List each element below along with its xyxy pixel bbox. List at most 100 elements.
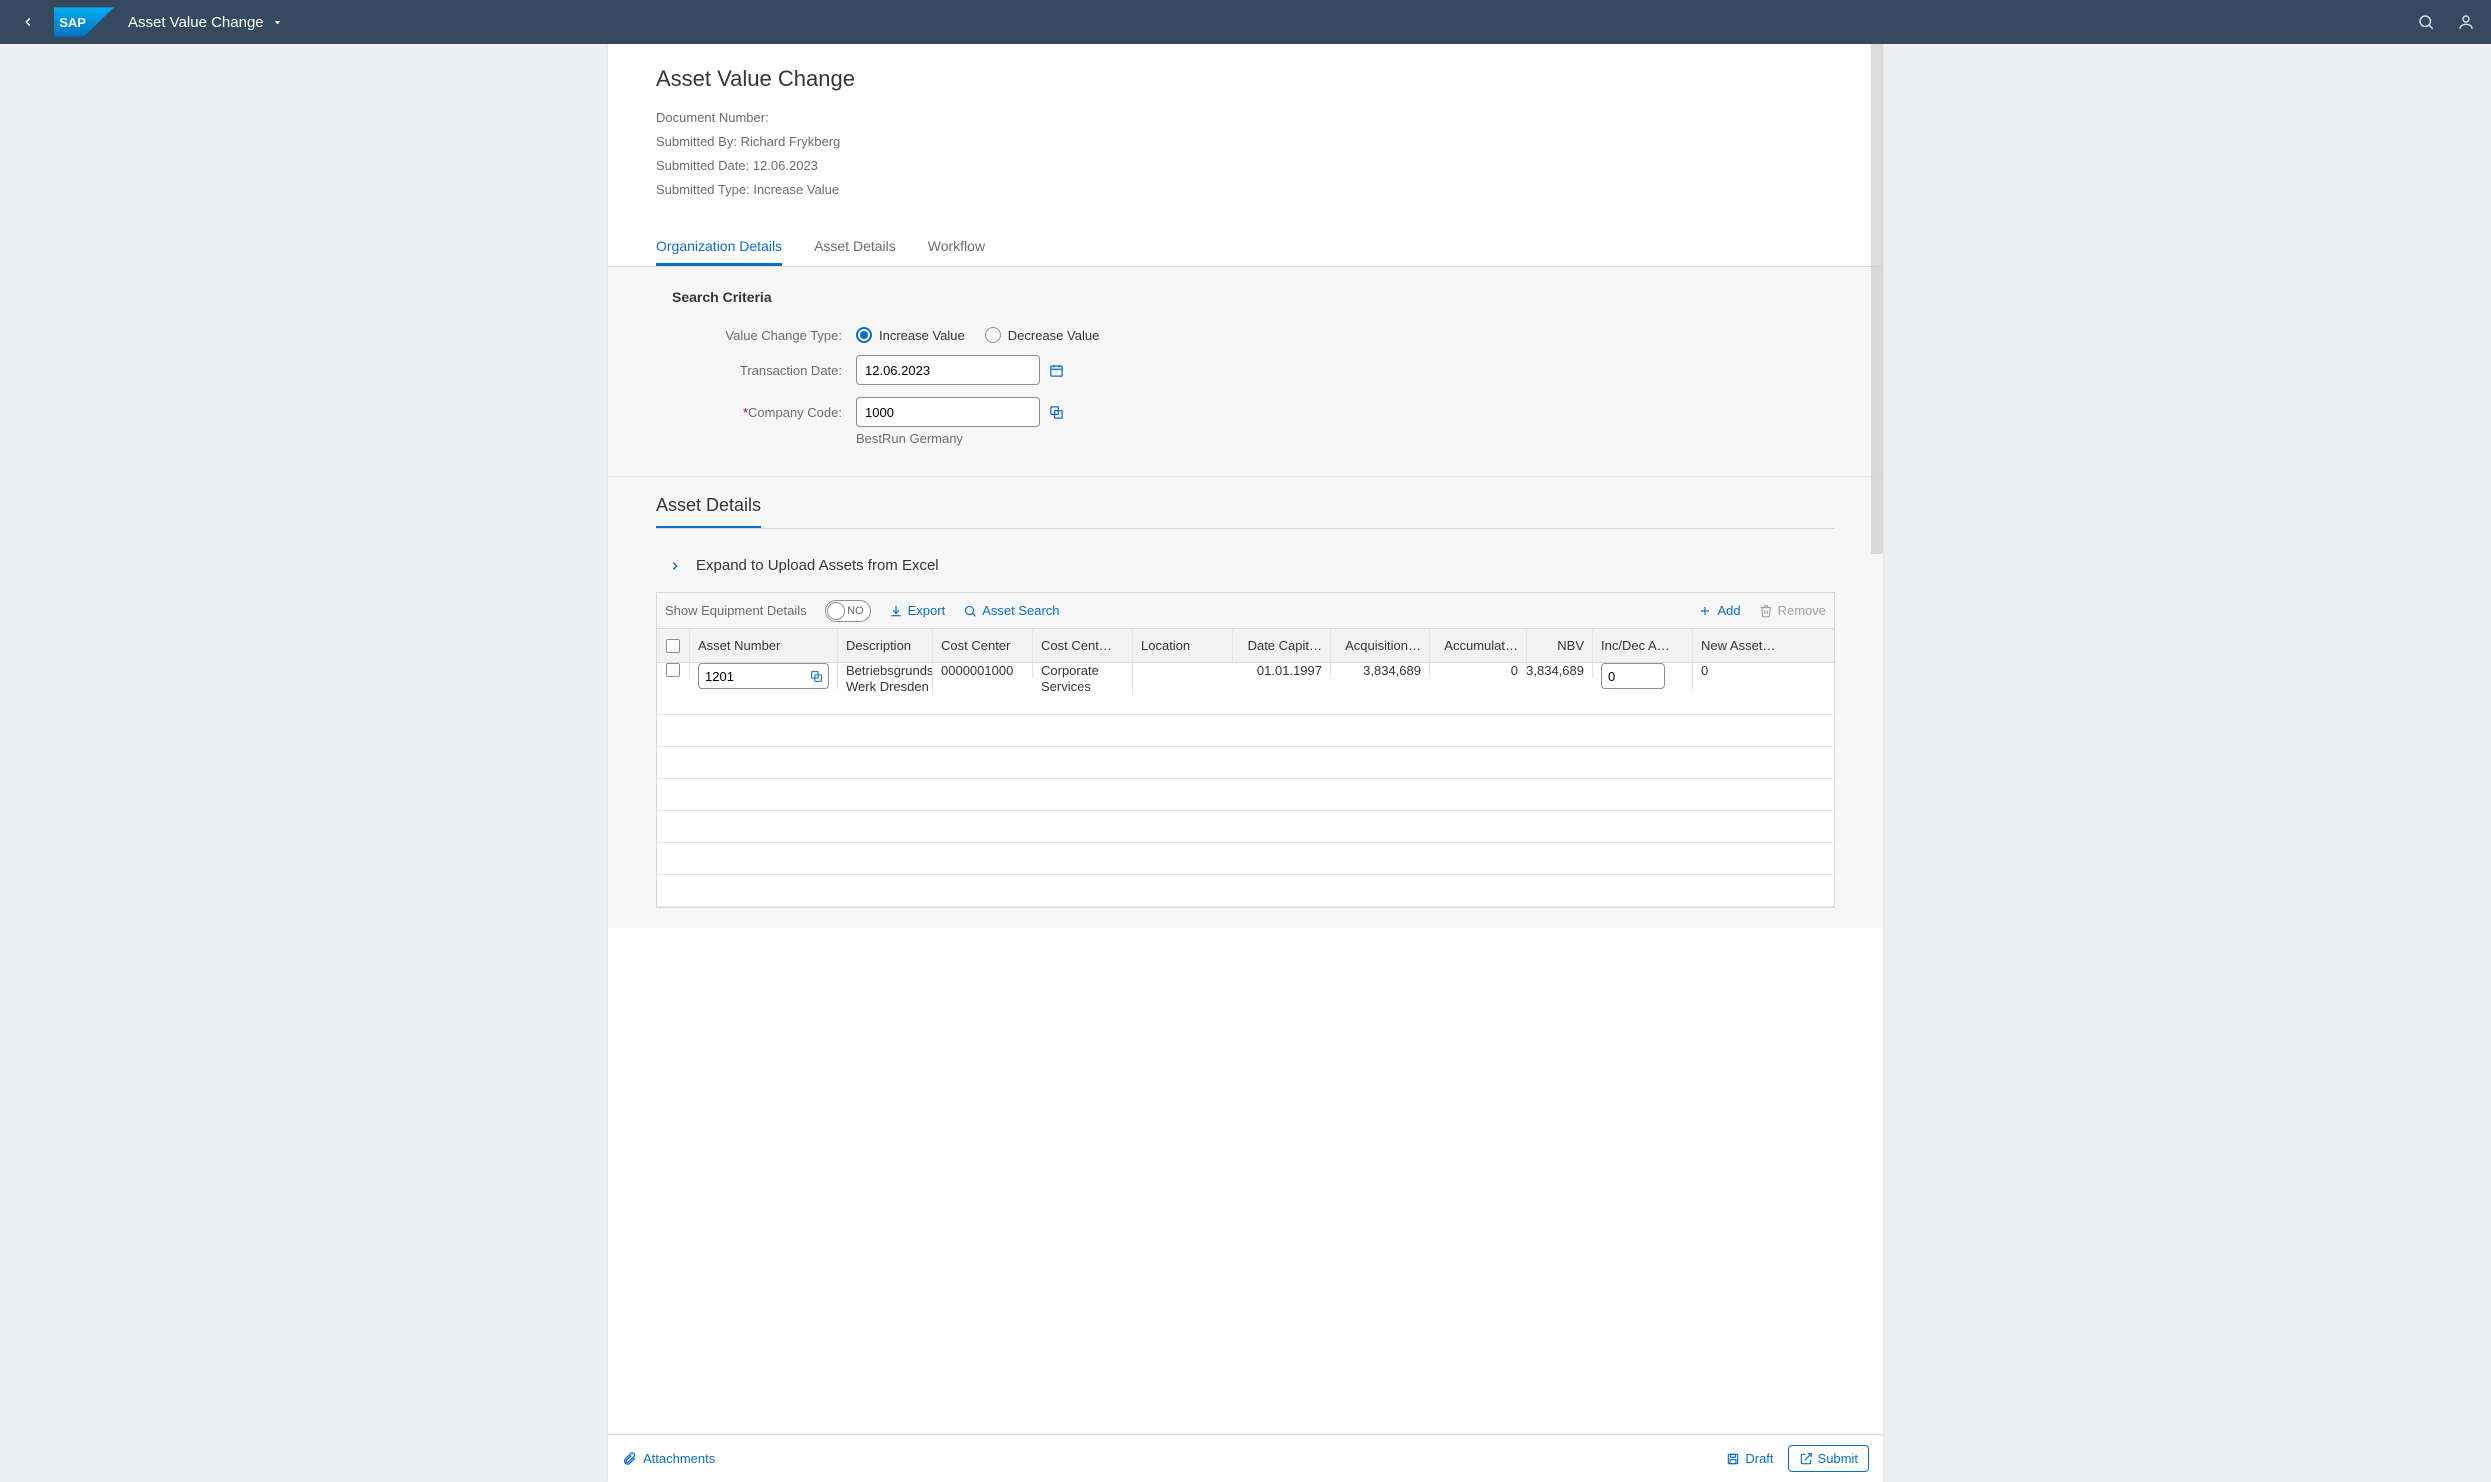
page-title: Asset Value Change [656,66,1835,92]
asset-number-field[interactable] [698,663,829,689]
value-help-icon[interactable] [804,670,828,683]
scrollbar[interactable] [1871,44,1883,554]
expand-upload-label: Expand to Upload Assets from Excel [696,557,939,574]
transaction-date-label: Transaction Date: [656,363,856,378]
company-code-input[interactable] [857,398,1049,426]
table-toolbar: Show Equipment Details NO Export Asset S… [656,592,1835,628]
col-inc-dec[interactable]: Inc/Dec A… [1593,629,1693,662]
company-code-field[interactable] [856,397,1040,427]
table-row: Betriebsgrundstück Werk Dresden 00000010… [657,663,1834,715]
asset-number-input[interactable] [699,669,804,684]
submitted-type-value: Increase Value [753,178,839,202]
col-cost-center-name[interactable]: Cost Cent… [1033,629,1133,662]
transaction-date-input[interactable] [857,356,1049,384]
expand-upload-row[interactable]: Expand to Upload Assets from Excel [656,551,1835,592]
col-date-capitalized[interactable]: Date Capit… [1233,629,1331,662]
transaction-date-field[interactable] [856,355,1040,385]
plus-icon [1698,604,1712,618]
shell-title-text: Asset Value Change [128,14,264,31]
tab-organization-details[interactable]: Organization Details [656,238,782,266]
back-button[interactable] [16,10,40,34]
cell-date: 01.01.1997 [1233,663,1331,678]
cell-description: Betriebsgrundstück Werk Dresden [838,663,933,694]
cell-cost-center: 0000001000 [933,663,1033,678]
company-code-label: *Company Code: [656,405,856,420]
tab-asset-details[interactable]: Asset Details [814,238,896,266]
user-icon[interactable] [2457,13,2475,31]
radio-icon [856,327,872,343]
radio-decrease-value[interactable]: Decrease Value [985,327,1100,343]
submitted-date-label: Submitted Date: [656,154,749,178]
chevron-right-icon [668,559,682,573]
chevron-down-icon [272,17,283,28]
page-footer: Attachments Draft Submit [608,1434,1883,1482]
asset-search-button[interactable]: Asset Search [963,603,1059,618]
company-code-text: BestRun Germany [856,431,1835,446]
show-equipment-label: Show Equipment Details [665,603,807,618]
table-header: Asset Number Description Cost Center Cos… [657,629,1834,663]
add-label: Add [1717,603,1740,618]
checkbox-icon [666,663,680,677]
radio-increase-value[interactable]: Increase Value [856,327,965,343]
search-icon[interactable] [2417,13,2435,31]
attachments-button[interactable]: Attachments [622,1451,715,1466]
col-cost-center[interactable]: Cost Center [933,629,1033,662]
asset-details-section: Asset Details Expand to Upload Assets fr… [608,477,1883,928]
table-row [657,779,1834,811]
col-accumulated-dep[interactable]: Accumulat… [1430,629,1527,662]
calendar-icon[interactable] [1049,356,1064,384]
cell-acquisition: 3,834,689 [1331,663,1430,678]
radio-increase-label: Increase Value [879,328,965,343]
col-location[interactable]: Location [1133,629,1233,662]
draft-label: Draft [1745,1451,1773,1466]
checkbox-icon [666,639,680,653]
col-nbv[interactable]: NBV [1527,629,1593,662]
col-acquisition[interactable]: Acquisition… [1331,629,1430,662]
select-all-cell[interactable] [657,629,690,662]
submit-button[interactable]: Submit [1788,1445,1869,1472]
shell-header: SAP Asset Value Change [0,0,2491,44]
submitted-type-label: Submitted Type: [656,178,750,202]
export-label: Export [908,603,946,618]
show-equipment-toggle[interactable]: NO [825,600,871,622]
remove-label: Remove [1778,603,1826,618]
col-new-asset[interactable]: New Asset… [1693,629,1788,662]
toggle-no-label: NO [847,605,864,617]
doc-number-label: Document Number: [656,106,769,130]
draft-button[interactable]: Draft [1726,1451,1773,1466]
add-button[interactable]: Add [1698,603,1740,618]
tab-bar: Organization Details Asset Details Workf… [608,212,1883,267]
download-icon [889,604,903,618]
asset-details-title: Asset Details [656,495,761,528]
submitted-date-value: 12.06.2023 [753,154,818,178]
chevron-left-icon [21,15,35,29]
export-button[interactable]: Export [889,603,946,618]
search-criteria-title: Search Criteria [672,289,1835,305]
radio-icon [985,327,1001,343]
cell-cost-center-name: Corporate Services [1033,663,1133,694]
svg-text:SAP: SAP [59,15,86,30]
table-row [657,715,1834,747]
row-select-cell[interactable] [657,663,690,677]
trash-icon [1759,604,1773,618]
search-icon [963,604,977,618]
asset-table: Asset Number Description Cost Center Cos… [656,628,1835,908]
table-row [657,747,1834,779]
submitted-by-value: Richard Frykberg [741,130,841,154]
shell-title[interactable]: Asset Value Change [128,14,283,31]
col-description[interactable]: Description [838,629,933,662]
sap-logo: SAP [54,7,114,37]
remove-button[interactable]: Remove [1759,603,1826,618]
value-help-icon[interactable] [1049,398,1064,426]
tab-workflow[interactable]: Workflow [928,238,985,266]
inc-dec-input[interactable] [1601,663,1665,689]
value-change-type-label: Value Change Type: [656,328,856,343]
cell-nbv: 3,834,689 [1527,663,1593,678]
save-icon [1726,1452,1740,1466]
paperclip-icon [622,1451,637,1466]
cell-accum-dep: 0 [1430,663,1527,678]
col-asset-number[interactable]: Asset Number [690,629,838,662]
radio-decrease-label: Decrease Value [1008,328,1100,343]
submitted-by-label: Submitted By: [656,130,737,154]
share-icon [1799,1452,1813,1466]
